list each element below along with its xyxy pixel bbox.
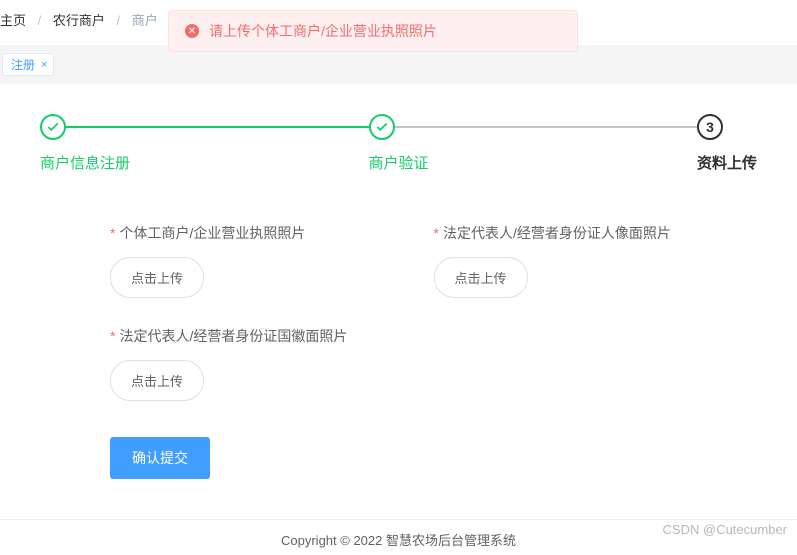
watermark: CSDN @Cutecumber <box>663 522 787 537</box>
step-2-title: 商户验证 <box>369 152 698 173</box>
form-item-id-back: *法定代表人/经营者身份证国徽面照片 点击上传 <box>110 326 434 401</box>
error-alert: ✕ 请上传个体工商户/企业营业执照照片 <box>168 10 578 52</box>
step-1-icon <box>40 114 66 140</box>
id-front-label: *法定代表人/经营者身份证人像面照片 <box>434 223 758 243</box>
id-back-label: *法定代表人/经营者身份证国徽面照片 <box>110 326 434 346</box>
license-label: *个体工商户/企业营业执照照片 <box>110 223 434 243</box>
upload-id-back-button[interactable]: 点击上传 <box>110 360 204 401</box>
required-mark: * <box>110 328 115 344</box>
breadcrumb-sep: / <box>117 13 121 28</box>
step-3-icon: 3 <box>697 114 723 140</box>
breadcrumb-home[interactable]: 主页 <box>0 13 26 28</box>
required-mark: * <box>434 225 439 241</box>
step-1-title: 商户信息注册 <box>40 152 369 173</box>
step-line-2 <box>395 126 698 128</box>
upload-id-front-button[interactable]: 点击上传 <box>434 257 528 298</box>
error-icon: ✕ <box>185 24 199 38</box>
form-item-id-front: *法定代表人/经营者身份证人像面照片 点击上传 <box>434 223 758 298</box>
breadcrumb-merchant[interactable]: 农行商户 <box>53 13 105 28</box>
error-message: 请上传个体工商户/企业营业执照照片 <box>209 21 437 41</box>
breadcrumb-current: 商户 <box>132 13 158 28</box>
step-3-title: 资料上传 <box>697 152 757 173</box>
submit-button[interactable]: 确认提交 <box>110 437 210 479</box>
close-icon[interactable]: × <box>41 59 47 71</box>
form-item-license: *个体工商户/企业营业执照照片 点击上传 <box>110 223 434 298</box>
step-2-icon <box>369 114 395 140</box>
step-line-1 <box>66 126 369 128</box>
tab-register[interactable]: 注册 × <box>2 53 54 76</box>
steps-progress: 商户信息注册 商户验证 3 资料上传 <box>40 114 757 173</box>
required-mark: * <box>110 225 115 241</box>
breadcrumb-sep: / <box>38 13 42 28</box>
upload-license-button[interactable]: 点击上传 <box>110 257 204 298</box>
tab-label: 注册 <box>11 56 35 73</box>
